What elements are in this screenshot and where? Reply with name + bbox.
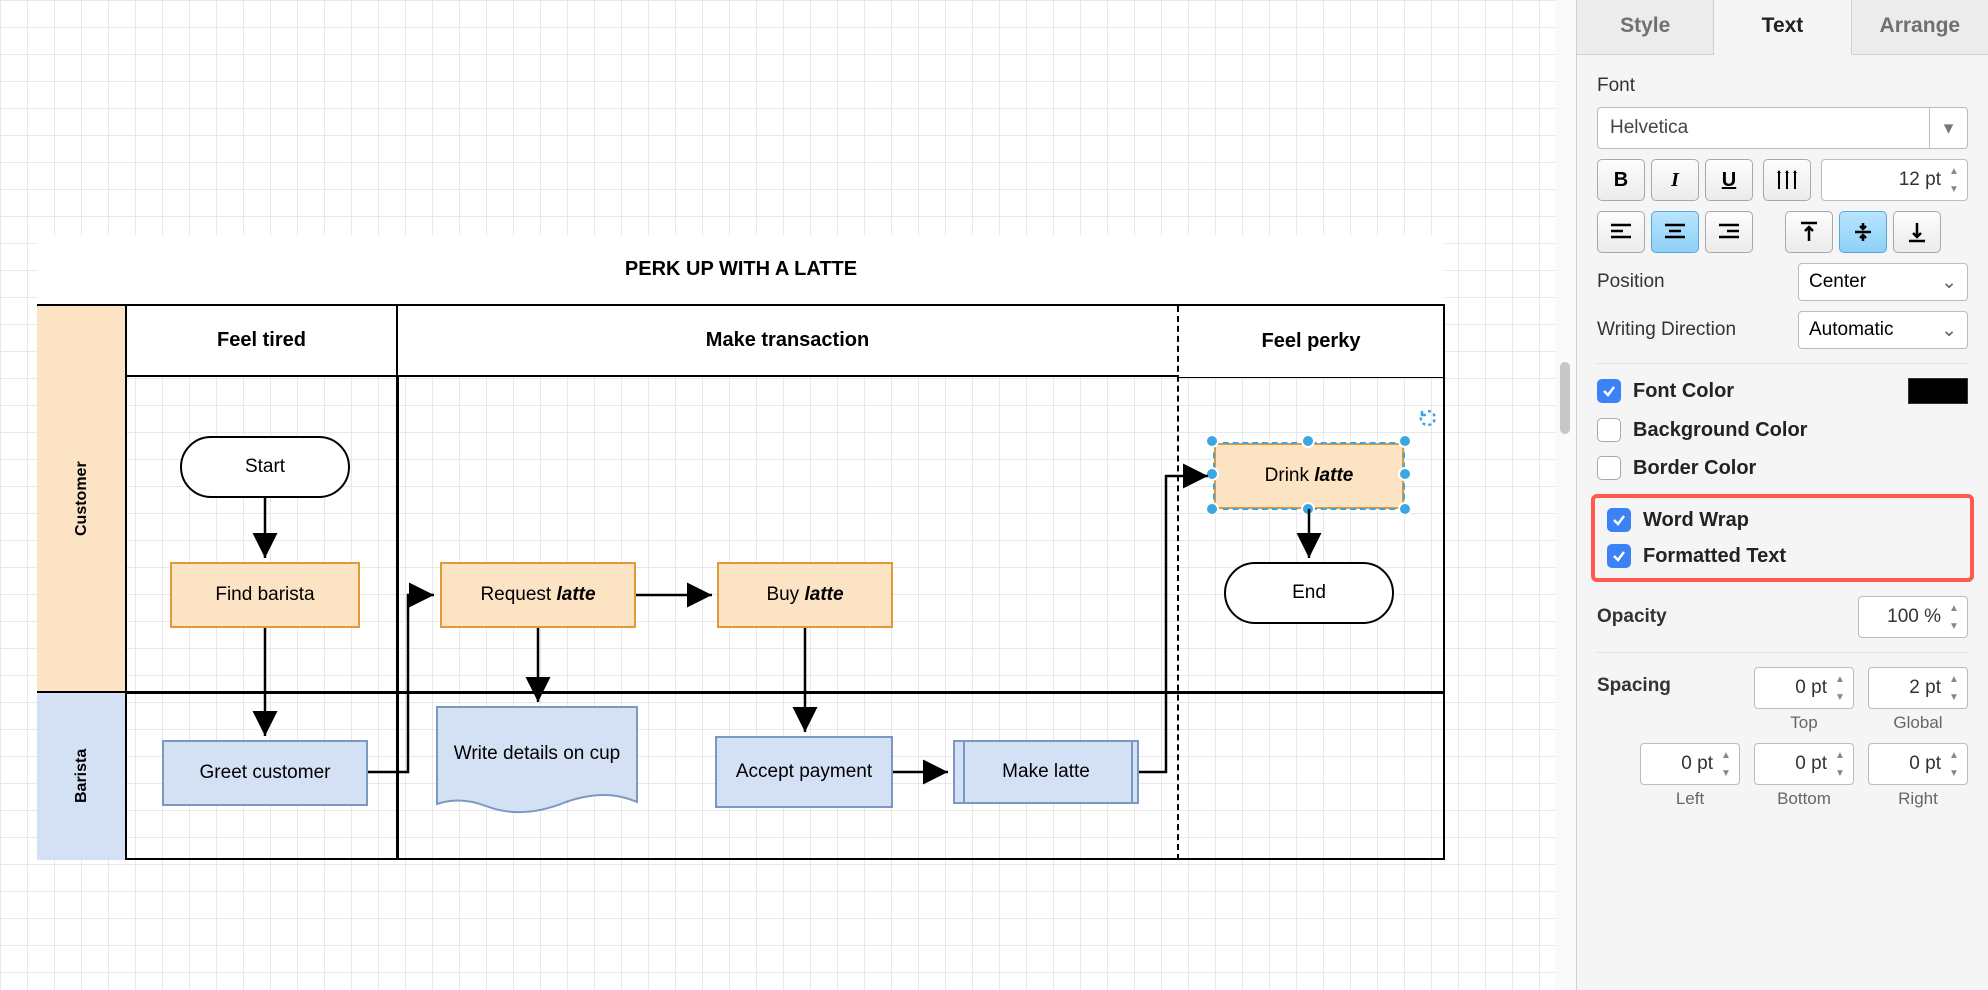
spacing-bottom-input[interactable]: 0 pt ▲▼ bbox=[1754, 743, 1854, 785]
align-right-button[interactable] bbox=[1705, 211, 1753, 253]
spacing-left-sub: Left bbox=[1676, 789, 1704, 809]
position-label: Position bbox=[1597, 271, 1788, 293]
font-family-value: Helvetica bbox=[1610, 117, 1929, 139]
tab-text[interactable]: Text bbox=[1714, 0, 1851, 55]
spacing-left-input[interactable]: 0 pt ▲▼ bbox=[1640, 743, 1740, 785]
underline-button[interactable]: U bbox=[1705, 159, 1753, 201]
bold-button[interactable]: B bbox=[1597, 159, 1645, 201]
writing-direction-label: Writing Direction bbox=[1597, 319, 1788, 341]
spacing-top-input[interactable]: 0 pt ▲▼ bbox=[1754, 667, 1854, 709]
italic-button[interactable]: I bbox=[1651, 159, 1699, 201]
tab-style[interactable]: Style bbox=[1577, 0, 1714, 54]
format-panel: Style Text Arrange Font Helvetica ▾ B I … bbox=[1576, 0, 1988, 990]
formatted-text-label: Formatted Text bbox=[1643, 545, 1786, 568]
panel-tabs: Style Text Arrange bbox=[1577, 0, 1988, 55]
spacing-bottom-sub: Bottom bbox=[1777, 789, 1831, 809]
chevron-down-icon: ⌄ bbox=[1941, 271, 1957, 294]
spacing-right-sub: Right bbox=[1898, 789, 1938, 809]
tab-arrange[interactable]: Arrange bbox=[1852, 0, 1988, 54]
chevron-down-icon: ⌄ bbox=[1941, 319, 1957, 342]
writing-direction-value: Automatic bbox=[1809, 319, 1941, 341]
word-wrap-label: Word Wrap bbox=[1643, 509, 1749, 532]
font-color-label: Font Color bbox=[1633, 380, 1734, 403]
background-color-checkbox[interactable] bbox=[1597, 418, 1621, 442]
border-color-label: Border Color bbox=[1633, 457, 1756, 480]
valign-middle-button[interactable] bbox=[1839, 211, 1887, 253]
background-color-label: Background Color bbox=[1633, 419, 1807, 442]
opacity-input[interactable]: 100 % ▲▼ bbox=[1858, 596, 1968, 638]
canvas[interactable]: PERK UP WITH A LATTE Customer Barista Fe… bbox=[0, 0, 1555, 990]
font-size-value: 12 pt bbox=[1832, 169, 1941, 191]
connector-layer bbox=[0, 0, 1555, 990]
font-family-select[interactable]: Helvetica ▾ bbox=[1597, 107, 1968, 149]
formatted-text-checkbox[interactable] bbox=[1607, 544, 1631, 568]
writing-direction-select[interactable]: Automatic ⌄ bbox=[1798, 311, 1968, 349]
scrollbar-thumb[interactable] bbox=[1560, 362, 1570, 434]
font-size-input[interactable]: 12 pt ▲▼ bbox=[1821, 159, 1968, 201]
spacing-right-input[interactable]: 0 pt ▲▼ bbox=[1868, 743, 1968, 785]
font-color-checkbox[interactable] bbox=[1597, 379, 1621, 403]
spacing-global-input[interactable]: 2 pt ▲▼ bbox=[1868, 667, 1968, 709]
align-left-button[interactable] bbox=[1597, 211, 1645, 253]
font-size-stepper[interactable]: ▲▼ bbox=[1945, 162, 1963, 198]
border-color-checkbox[interactable] bbox=[1597, 456, 1621, 480]
chevron-down-icon: ▾ bbox=[1929, 108, 1967, 148]
font-color-swatch[interactable] bbox=[1908, 378, 1968, 404]
spacing-label: Spacing bbox=[1597, 667, 1744, 697]
vertical-scrollbar[interactable] bbox=[1555, 0, 1576, 990]
position-value: Center bbox=[1809, 271, 1941, 293]
opacity-label: Opacity bbox=[1597, 606, 1848, 628]
valign-bottom-button[interactable] bbox=[1893, 211, 1941, 253]
valign-top-button[interactable] bbox=[1785, 211, 1833, 253]
spacing-global-sub: Global bbox=[1893, 713, 1942, 733]
position-select[interactable]: Center ⌄ bbox=[1798, 263, 1968, 301]
font-label: Font bbox=[1597, 75, 1968, 97]
vertical-text-button[interactable] bbox=[1763, 159, 1811, 201]
word-wrap-checkbox[interactable] bbox=[1607, 508, 1631, 532]
spacing-top-sub: Top bbox=[1790, 713, 1817, 733]
align-center-button[interactable] bbox=[1651, 211, 1699, 253]
opacity-value: 100 % bbox=[1869, 606, 1941, 628]
highlighted-options: Word Wrap Formatted Text bbox=[1591, 494, 1974, 582]
opacity-stepper[interactable]: ▲▼ bbox=[1945, 599, 1963, 635]
